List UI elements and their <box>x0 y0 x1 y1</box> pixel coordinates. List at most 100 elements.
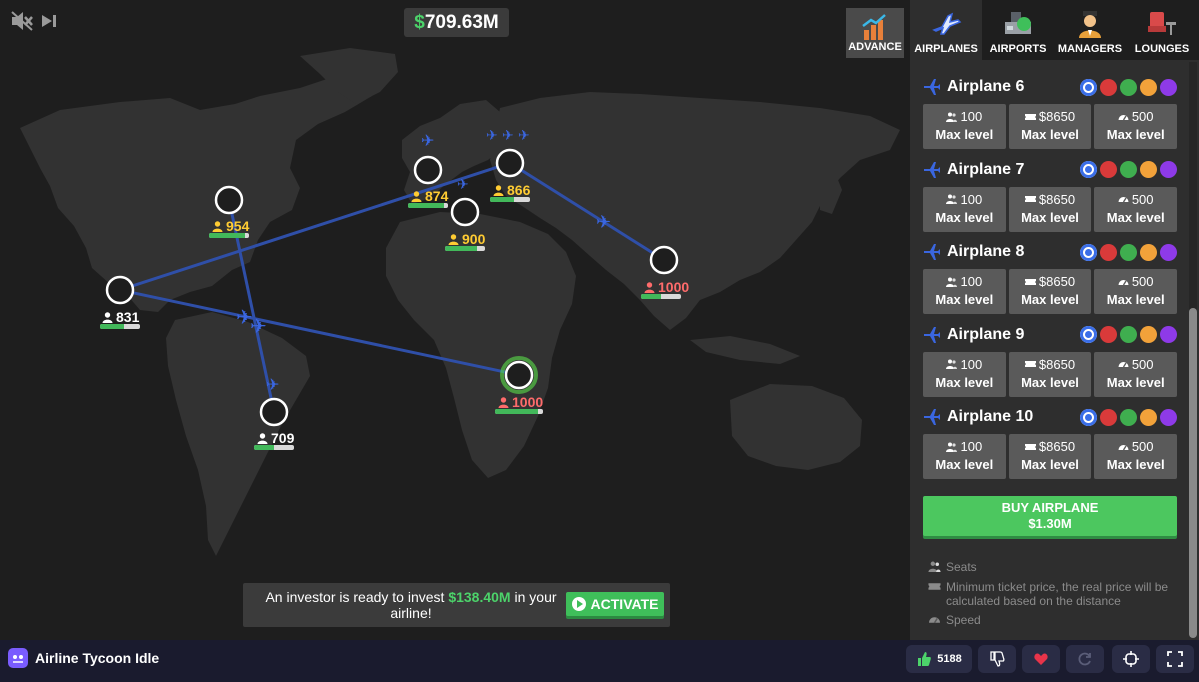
upgrade-speed-button[interactable]: 500 Max level <box>1094 351 1178 397</box>
seats-level: Max level <box>935 374 994 390</box>
upgrade-price-button[interactable]: $8650 Max level <box>1008 104 1092 149</box>
airport-circle <box>495 148 525 178</box>
tab-airplanes[interactable]: AIRPLANES <box>910 0 982 60</box>
upgrade-price-button[interactable]: $8650 Max level <box>1008 434 1092 479</box>
color-option[interactable] <box>1120 78 1137 96</box>
color-option[interactable] <box>1140 78 1157 96</box>
panel-scroll-thumb[interactable] <box>1189 308 1197 638</box>
airplane-name: Airplane 10 <box>947 408 1034 425</box>
money-value: 709.63M <box>424 12 499 33</box>
legend-text: Seats <box>946 560 977 574</box>
legend-text: Speed <box>946 613 981 627</box>
color-option[interactable] <box>1140 243 1157 261</box>
share-button[interactable] <box>1066 645 1104 673</box>
color-option[interactable] <box>1160 243 1177 261</box>
color-option[interactable] <box>1080 243 1097 261</box>
color-option[interactable] <box>1140 161 1157 178</box>
fullscreen-button[interactable] <box>1156 645 1194 673</box>
color-option[interactable] <box>1160 326 1177 343</box>
like-button[interactable]: 5188 <box>906 645 972 673</box>
color-option[interactable] <box>1100 326 1117 343</box>
upgrade-seats-button[interactable]: 100 Max level <box>923 269 1006 314</box>
upgrade-price-button[interactable]: $8650 Max level <box>1008 269 1092 314</box>
thumbs-up-icon <box>918 652 932 666</box>
upgrade-speed-button[interactable]: 500 Max level <box>1094 186 1178 232</box>
investor-banner: An investor is ready to invest $138.40M … <box>243 583 670 627</box>
color-option[interactable] <box>1100 243 1117 261</box>
color-option[interactable] <box>1100 161 1117 178</box>
airport-circle <box>649 245 679 275</box>
mute-icon[interactable] <box>10 10 34 32</box>
plane-marker: ✈ <box>421 131 434 150</box>
color-option[interactable] <box>1080 326 1097 343</box>
upgrade-seats-button[interactable]: 100 Max level <box>923 186 1006 232</box>
upgrade-price-button[interactable]: $8650 Max level <box>1008 351 1092 397</box>
color-option[interactable] <box>1160 408 1177 426</box>
skip-icon[interactable] <box>40 12 58 30</box>
upgrade-seats-button[interactable]: 100 Max level <box>923 104 1006 149</box>
upgrade-seats-button[interactable]: 100 Max level <box>923 434 1006 479</box>
upgrade-speed-button[interactable]: 500 Max level <box>1094 104 1178 149</box>
tab-lounges[interactable]: LOUNGES <box>1126 0 1198 60</box>
airplanes-panel[interactable]: Airplane 6 100 Max level $8650 Max level… <box>910 60 1199 640</box>
upgrade-speed-button[interactable]: 500 Max level <box>1094 269 1178 314</box>
color-option[interactable] <box>1080 161 1097 178</box>
plane-marker: ✈ <box>502 128 514 144</box>
buy-airplane-button[interactable]: BUY AIRPLANE $1.30M <box>923 496 1177 536</box>
activate-label: ACTIVATE <box>590 596 659 612</box>
tab-airports[interactable]: AIRPORTS <box>982 0 1054 60</box>
ticket-icon <box>928 583 941 590</box>
color-option[interactable] <box>1140 408 1157 426</box>
tab-managers[interactable]: MANAGERS <box>1054 0 1126 60</box>
color-option[interactable] <box>1100 78 1117 96</box>
color-option[interactable] <box>1080 408 1097 426</box>
seats-icon <box>946 277 958 287</box>
color-picker <box>1080 408 1177 426</box>
site-logo[interactable] <box>8 648 28 668</box>
color-option[interactable] <box>1160 161 1177 178</box>
dislike-button[interactable] <box>978 645 1016 673</box>
color-option[interactable] <box>1120 161 1137 178</box>
legend-icon <box>928 561 941 572</box>
continent-africa <box>386 212 576 478</box>
city-passenger-count: 866 <box>493 182 530 198</box>
speed-icon <box>929 617 940 624</box>
lounge-icon <box>1148 12 1176 35</box>
upgrade-seats-button[interactable]: 100 Max level <box>923 351 1006 397</box>
color-option[interactable] <box>1160 78 1177 96</box>
color-option[interactable] <box>1100 408 1117 426</box>
color-option[interactable] <box>1140 326 1157 343</box>
color-option[interactable] <box>1120 243 1137 261</box>
tab-advance[interactable]: ADVANCE <box>846 8 904 58</box>
airplane-stats: 100 Max level $8650 Max level 500 Max le… <box>923 269 1178 314</box>
speed-icon <box>1118 197 1129 203</box>
ticket-icon <box>1024 278 1036 285</box>
price-value: $8650 <box>1038 109 1076 124</box>
color-option[interactable] <box>1120 408 1137 426</box>
play-icon <box>571 597 586 611</box>
color-option[interactable] <box>1080 78 1097 96</box>
activate-button[interactable]: ACTIVATE <box>566 592 664 616</box>
refresh-icon <box>1078 652 1091 666</box>
speed-icon <box>1118 362 1129 368</box>
plane-marker: ✈ <box>518 128 530 144</box>
theater-mode-button[interactable] <box>1112 645 1150 673</box>
speed-icon <box>1118 444 1129 450</box>
speed-icon <box>1118 279 1129 285</box>
upgrade-price-button[interactable]: $8650 Max level <box>1008 186 1092 232</box>
legend-icon <box>928 614 941 625</box>
city-passenger-count: 954 <box>212 218 249 234</box>
ticket-icon <box>1024 443 1036 450</box>
world-map-area[interactable]: ✈ ✈ ✈ ✈ ✈ ✈ ✈ ✈ ✈ $709.63M 954 831 709 8… <box>0 0 910 640</box>
favorite-button[interactable] <box>1022 645 1060 673</box>
money-display: $709.63M <box>404 8 509 37</box>
airplane-icon <box>924 244 940 260</box>
investor-message: An investor is ready to invest $138.40M … <box>261 589 561 621</box>
upgrade-speed-button[interactable]: 500 Max level <box>1094 434 1178 479</box>
color-picker <box>1080 326 1177 343</box>
airplane-card: Airplane 8 100 Max level $8650 Max level… <box>923 239 1178 314</box>
city-count: 1000 <box>658 279 690 295</box>
passenger-icon <box>493 184 504 196</box>
passenger-icon <box>644 281 655 293</box>
color-option[interactable] <box>1120 326 1137 343</box>
